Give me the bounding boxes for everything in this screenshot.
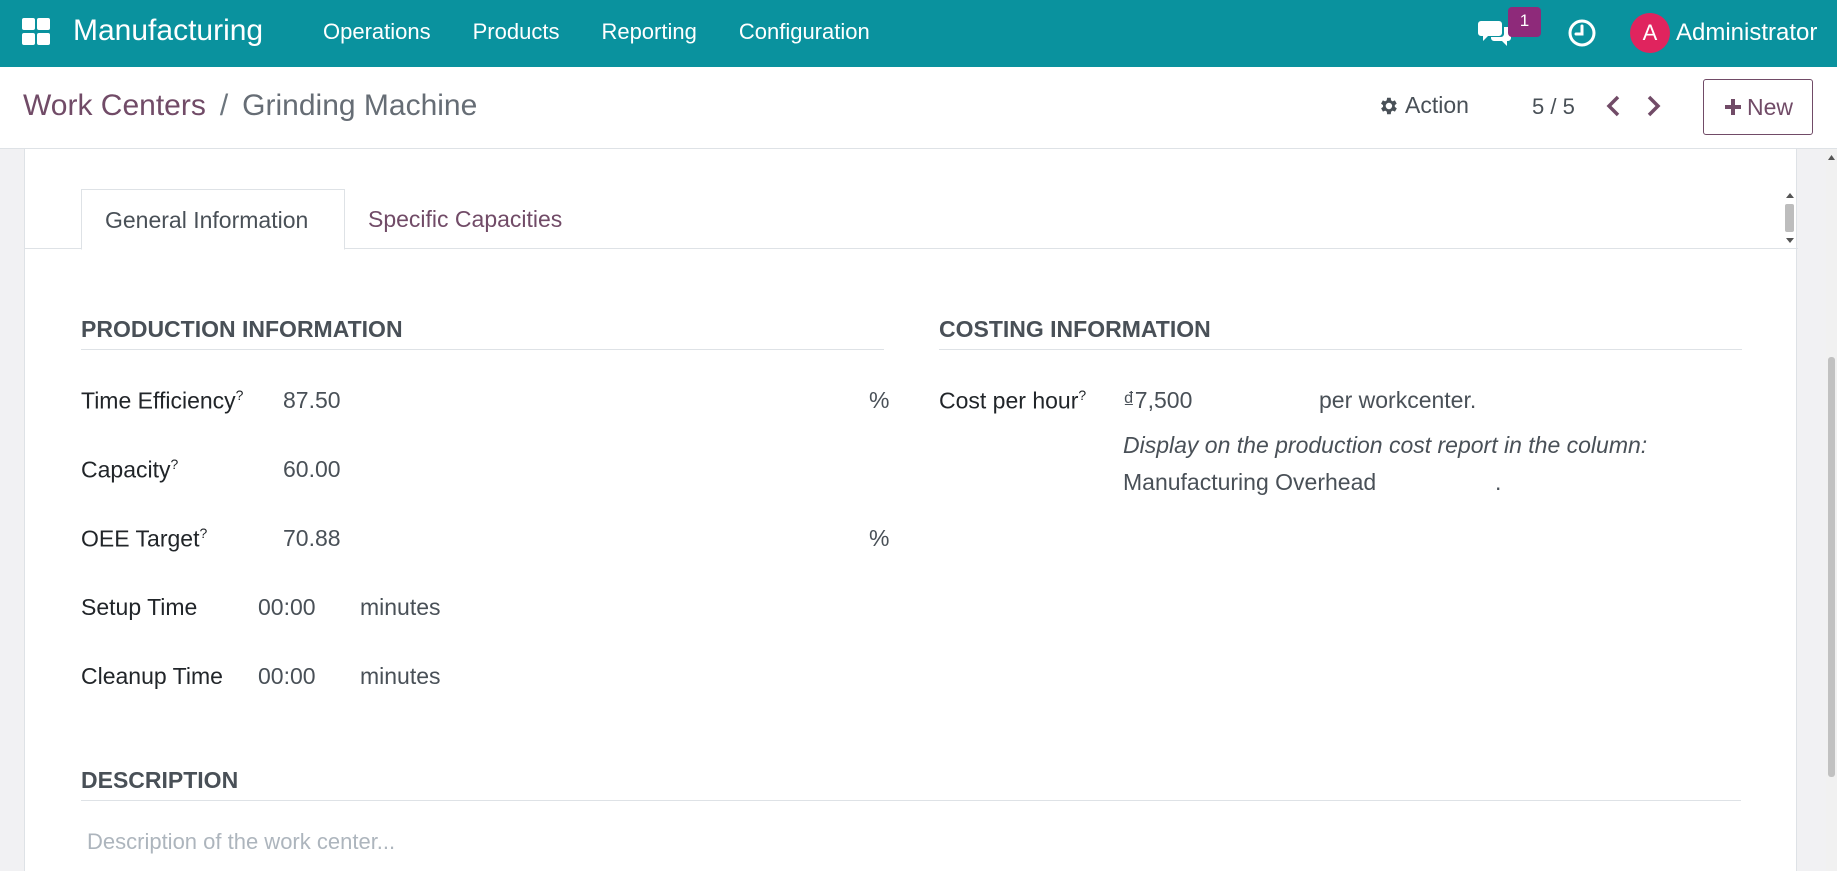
cost-per-hour-suffix: per workcenter. (1319, 387, 1477, 413)
page-scrollbar-thumb[interactable] (1828, 357, 1835, 777)
setup-time-label: Setup Time (81, 594, 198, 620)
cleanup-time-input[interactable]: 00:00 (258, 663, 316, 690)
setup-time-unit: minutes (360, 594, 441, 620)
plus-icon (1724, 99, 1741, 115)
tabs-scrollbar-thumb[interactable] (1785, 204, 1794, 232)
apps-grid-icon[interactable] (22, 18, 52, 46)
breadcrumb-current: Grinding Machine (242, 89, 478, 122)
menu-products[interactable]: Products (473, 19, 560, 45)
cost-column-suffix: . (1495, 469, 1502, 495)
chat-icon[interactable] (1478, 18, 1512, 48)
menu-configuration[interactable]: Configuration (739, 19, 870, 45)
pager-value[interactable]: 5 / 5 (1532, 94, 1575, 120)
help-tooltip-icon[interactable]: ? (199, 525, 207, 541)
help-tooltip-icon[interactable]: ? (236, 387, 244, 403)
tab-general-information[interactable]: General Information (81, 189, 345, 250)
cost-per-hour-input[interactable]: ₫7,500 (1123, 387, 1192, 414)
cost-column-select[interactable]: Manufacturing Overhead (1123, 469, 1376, 496)
tabs-scrollbar[interactable] (1784, 190, 1796, 246)
production-section-title: PRODUCTION INFORMATION (81, 316, 884, 350)
notebook-tabs: General Information Specific Capacities (25, 189, 1798, 250)
control-panel: Work Centers / Grinding Machine Action 5… (0, 67, 1837, 149)
app-name[interactable]: Manufacturing (73, 14, 263, 48)
time-efficiency-unit: % (869, 387, 890, 413)
cost-per-hour-label: Cost per hour? (939, 387, 1087, 414)
user-avatar[interactable]: A (1630, 13, 1670, 53)
oee-target-label: OEE Target? (81, 525, 208, 552)
action-label: Action (1405, 92, 1469, 118)
chevron-left-icon[interactable] (1601, 93, 1627, 119)
costing-section-title: COSTING INFORMATION (939, 316, 1742, 350)
cleanup-time-unit: minutes (360, 663, 441, 689)
capacity-label: Capacity? (81, 456, 179, 483)
tab-specific-capacities[interactable]: Specific Capacities (368, 189, 562, 250)
chevron-right-icon[interactable] (1640, 93, 1666, 119)
user-menu[interactable]: Administrator (1676, 19, 1817, 47)
oee-target-unit: % (869, 525, 890, 551)
top-navbar: Manufacturing Operations Products Report… (0, 0, 1837, 67)
cleanup-time-label: Cleanup Time (81, 663, 223, 689)
gear-icon (1381, 97, 1397, 114)
menu-reporting[interactable]: Reporting (601, 19, 696, 45)
menu-operations[interactable]: Operations (323, 19, 431, 45)
setup-time-input[interactable]: 00:00 (258, 594, 316, 621)
page-scrollbar[interactable] (1826, 149, 1837, 871)
chat-badge: 1 (1508, 7, 1541, 37)
form-sheet: General Information Specific Capacities … (24, 149, 1798, 871)
cost-report-note: Display on the production cost report in… (1123, 432, 1648, 458)
time-efficiency-label: Time Efficiency? (81, 387, 244, 414)
breadcrumb: Work Centers / Grinding Machine (23, 89, 477, 123)
main-menu: Operations Products Reporting Configurat… (323, 19, 912, 45)
action-button[interactable]: Action (1377, 92, 1469, 119)
time-efficiency-input[interactable]: 87.50 (283, 387, 341, 414)
activity-clock-icon[interactable] (1567, 18, 1597, 48)
breadcrumb-work-centers[interactable]: Work Centers (23, 89, 206, 123)
description-section-title: DESCRIPTION (81, 767, 1741, 801)
new-label: New (1746, 93, 1793, 120)
new-button[interactable]: New (1703, 79, 1813, 135)
capacity-input[interactable]: 60.00 (283, 456, 341, 483)
help-tooltip-icon[interactable]: ? (1078, 387, 1086, 403)
help-tooltip-icon[interactable]: ? (170, 456, 178, 472)
description-input[interactable]: Description of the work center... (81, 829, 1741, 855)
oee-target-input[interactable]: 70.88 (283, 525, 341, 552)
breadcrumb-separator: / (219, 89, 229, 122)
